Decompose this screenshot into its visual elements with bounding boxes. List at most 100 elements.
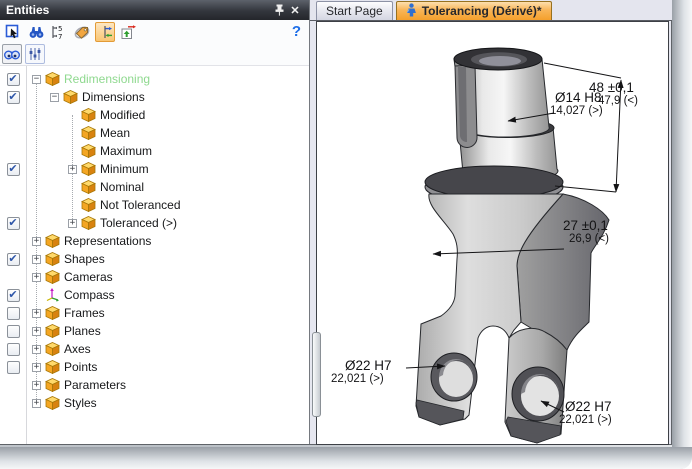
collapse-icon[interactable]: − xyxy=(32,75,41,84)
tree-item-toleranced[interactable]: ✔ + Toleranced (>) xyxy=(0,214,309,232)
tree-item-planes[interactable]: + Planes xyxy=(0,322,309,340)
entity-cube-icon xyxy=(81,180,96,194)
visibility-checkbox[interactable] xyxy=(7,325,20,338)
window-edge-right xyxy=(672,0,692,469)
tab-label: Start Page xyxy=(326,4,383,18)
3d-viewport[interactable]: 48 ±0,1 47,9 (<) Ø14 H8 14,027 (>) 27 ±0… xyxy=(316,21,669,445)
app-content: Entities ✕ 57 xyxy=(0,0,672,445)
entity-cube-icon xyxy=(81,216,96,230)
tab-label: Tolerancing (Dérivé)* xyxy=(422,4,542,18)
dimension-arrows-icon[interactable] xyxy=(95,22,115,42)
tree-item-label[interactable]: Planes xyxy=(64,324,101,338)
tree-item-label[interactable]: Maximum xyxy=(100,144,152,158)
expand-icon[interactable]: + xyxy=(32,363,41,372)
tree-item-parameters[interactable]: + Parameters xyxy=(0,376,309,394)
export-geometry-icon[interactable] xyxy=(118,22,138,42)
tree-item-redimensioning[interactable]: ✔ − Redimensioning xyxy=(0,70,309,88)
svg-text:7: 7 xyxy=(58,33,62,40)
entity-cube-icon xyxy=(45,342,60,356)
entity-tree: ✔−Redimensioning✔−DimensionsModifiedMean… xyxy=(0,66,309,444)
dimension-27[interactable]: 27 ±0,1 26,9 (<) xyxy=(563,219,609,245)
tag-icon[interactable] xyxy=(72,22,92,42)
tree-item-label[interactable]: Parameters xyxy=(64,378,126,392)
tree-item-label[interactable]: Styles xyxy=(64,396,97,410)
pin-icon[interactable] xyxy=(271,2,287,18)
entity-cube-icon xyxy=(81,162,96,176)
visibility-checkbox[interactable]: ✔ xyxy=(7,289,20,302)
expand-icon[interactable]: + xyxy=(32,255,41,264)
help-icon[interactable]: ? xyxy=(292,23,301,40)
tree-item-label[interactable]: Representations xyxy=(64,234,151,248)
tree-item-shapes[interactable]: ✔ + Shapes xyxy=(0,250,309,268)
expand-icon[interactable]: + xyxy=(32,381,41,390)
tree-item-compass[interactable]: ✔ Compass xyxy=(0,286,309,304)
dimension-14[interactable]: Ø14 H8 14,027 (>) xyxy=(550,91,603,117)
tree-item-label[interactable]: Frames xyxy=(64,306,105,320)
tree-item-maximum[interactable]: Maximum xyxy=(0,142,309,160)
expand-icon[interactable]: + xyxy=(32,273,41,282)
expand-icon[interactable]: + xyxy=(32,309,41,318)
expand-icon[interactable]: + xyxy=(32,237,41,246)
tree-item-label[interactable]: Points xyxy=(64,360,97,374)
tree-item-label[interactable]: Compass xyxy=(64,288,115,302)
select-region-icon[interactable] xyxy=(3,22,23,42)
visibility-checkbox[interactable]: ✔ xyxy=(7,217,20,230)
dimension-22-right[interactable]: Ø22 H7 22,021 (>) xyxy=(559,400,612,426)
tab-tolerancing[interactable]: Tolerancing (Dérivé)* xyxy=(396,1,552,20)
expand-icon[interactable]: + xyxy=(32,399,41,408)
tree-item-label[interactable]: Redimensioning xyxy=(64,72,150,86)
tree-item-label[interactable]: Nominal xyxy=(100,180,144,194)
visibility-checkbox[interactable] xyxy=(7,361,20,374)
tree-item-label[interactable]: Cameras xyxy=(64,270,113,284)
tree-item-modified[interactable]: Modified xyxy=(0,106,309,124)
dimension-22-left[interactable]: Ø22 H7 22,021 (>) xyxy=(331,359,392,385)
dimension-values-icon[interactable]: 57 xyxy=(49,22,69,42)
tree-item-cameras[interactable]: + Cameras xyxy=(0,268,309,286)
panel-toolbar-row1: 57 ? xyxy=(0,20,309,43)
tree-item-frames[interactable]: + Frames xyxy=(0,304,309,322)
visibility-checkbox[interactable]: ✔ xyxy=(7,91,20,104)
expand-icon[interactable]: + xyxy=(32,327,41,336)
tree-item-points[interactable]: + Points xyxy=(0,358,309,376)
tree-item-label[interactable]: Not Toleranced xyxy=(100,198,181,212)
panel-splitter-handle[interactable] xyxy=(312,332,321,417)
expand-icon[interactable]: + xyxy=(68,219,77,228)
tree-item-mean[interactable]: Mean xyxy=(0,124,309,142)
tree-item-representations[interactable]: + Representations xyxy=(0,232,309,250)
document-tabstrip: Start Page Tolerancing (Dérivé)* xyxy=(310,0,672,21)
entity-cube-icon xyxy=(45,360,60,374)
tree-item-label[interactable]: Dimensions xyxy=(82,90,145,104)
visibility-checkbox[interactable]: ✔ xyxy=(7,163,20,176)
tree-item-label[interactable]: Mean xyxy=(100,126,130,140)
filter-sliders-icon[interactable] xyxy=(25,44,45,64)
entity-cube-icon xyxy=(63,90,78,104)
visibility-checkbox[interactable]: ✔ xyxy=(7,73,20,86)
expand-icon[interactable]: + xyxy=(68,165,77,174)
entity-cube-icon xyxy=(45,72,60,86)
visibility-checkbox[interactable]: ✔ xyxy=(7,253,20,266)
tab-start-page[interactable]: Start Page xyxy=(316,1,393,20)
tree-item-not-toleranced[interactable]: Not Toleranced xyxy=(0,196,309,214)
visibility-checkbox[interactable] xyxy=(7,343,20,356)
app-window: Entities ✕ 57 xyxy=(0,0,692,469)
eyes-visibility-icon[interactable] xyxy=(2,44,22,64)
tree-item-label[interactable]: Toleranced (>) xyxy=(100,216,177,230)
tree-item-minimum[interactable]: ✔ + Minimum xyxy=(0,160,309,178)
tree-item-dimensions[interactable]: ✔ − Dimensions xyxy=(0,88,309,106)
expand-icon[interactable]: + xyxy=(32,345,41,354)
binoculars-icon[interactable] xyxy=(26,22,46,42)
visibility-checkbox[interactable] xyxy=(7,307,20,320)
dimension-value: 27 ±0,1 xyxy=(563,219,609,233)
compass-icon xyxy=(45,288,60,302)
dimension-measured: 26,9 (<) xyxy=(569,233,609,245)
entity-cube-icon xyxy=(81,108,96,122)
tree-item-label[interactable]: Minimum xyxy=(100,162,149,176)
tree-item-label[interactable]: Modified xyxy=(100,108,145,122)
tree-item-label[interactable]: Shapes xyxy=(64,252,105,266)
tree-item-nominal[interactable]: Nominal xyxy=(0,178,309,196)
collapse-icon[interactable]: − xyxy=(50,93,59,102)
tree-item-axes[interactable]: + Axes xyxy=(0,340,309,358)
close-icon[interactable]: ✕ xyxy=(287,2,303,18)
tree-item-label[interactable]: Axes xyxy=(64,342,91,356)
tree-item-styles[interactable]: + Styles xyxy=(0,394,309,412)
